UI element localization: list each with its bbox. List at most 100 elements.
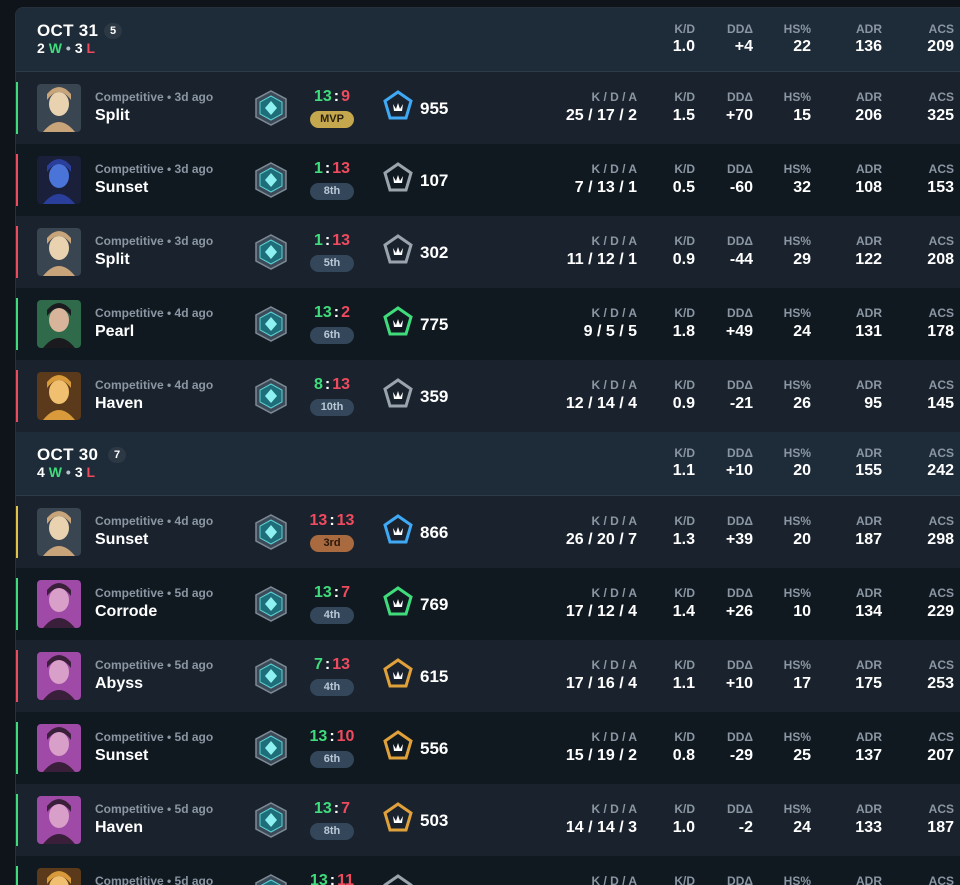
agent-portrait-icon (37, 84, 81, 132)
match-count-badge: 5 (104, 23, 122, 39)
tier-icon (383, 306, 413, 338)
hs-stat: HS% 17 (783, 658, 811, 692)
match-row[interactable]: Competitive • 5d ago Abyss 7:13 4th 615 K / D… (16, 640, 960, 712)
match-score: 13:13 (309, 512, 355, 529)
match-row[interactable]: Competitive • 5d ago Sunset 13:10 6th 556 K /… (16, 712, 960, 784)
adr-stat: ADR 133 (855, 802, 882, 836)
match-mode: Competitive • 3d ago (95, 162, 214, 176)
match-mode: Competitive • 5d ago (95, 730, 214, 744)
day-kd: K/D 1.0 (672, 22, 695, 55)
adr-stat: ADR 95 (856, 378, 882, 412)
match-row[interactable]: Competitive • 3d ago Split 1:13 5th 302 K / D… (16, 216, 960, 288)
match-row[interactable]: Competitive • 3d ago Split 13:9 MVP 955 K / D… (16, 72, 960, 144)
match-mode: Competitive • 4d ago (95, 514, 214, 528)
map-name: Haven (95, 395, 144, 412)
match-row[interactable]: Competitive • 4d ago Haven 8:13 10th 359 K / … (16, 360, 960, 432)
rating-value: 615 (420, 667, 449, 686)
rating-value: 866 (420, 523, 449, 542)
dd-stat: DDΔ (727, 874, 753, 885)
dd-stat: DDΔ +26 (725, 586, 753, 620)
match-score: 1:13 (313, 232, 351, 249)
match-mode: Competitive • 5d ago (95, 586, 214, 600)
kda-stat: K / D / A 14 / 14 / 3 (565, 802, 637, 836)
acs-stat: ACS 153 (927, 162, 954, 196)
match-mode: Competitive • 4d ago (95, 306, 214, 320)
rating-value: 775 (420, 315, 449, 334)
acs-stat: ACS 208 (927, 234, 954, 268)
agent-portrait-icon (37, 372, 81, 420)
kd-stat: K/D 0.8 (672, 730, 695, 764)
hs-stat: HS% (783, 874, 811, 885)
match-mode: Competitive • 5d ago (95, 658, 214, 672)
result-indicator (16, 650, 18, 702)
acs-stat: ACS 178 (927, 306, 954, 340)
agent-portrait-icon (37, 508, 81, 556)
placement-badge: 5th (310, 255, 354, 272)
win-loss-record: 4 W • 3 L (37, 464, 96, 480)
day-date: OCT 31 (37, 21, 99, 40)
tier-icon (383, 234, 413, 266)
placement-badge: 10th (310, 399, 354, 416)
rank-icon (254, 874, 288, 885)
placement-badge: 8th (310, 183, 354, 200)
adr-stat: ADR 187 (855, 514, 882, 548)
kd-stat: K/D 1.5 (672, 90, 695, 124)
result-indicator (16, 506, 18, 558)
dd-stat: DDΔ +39 (725, 514, 753, 548)
map-name: Abyss (95, 675, 144, 692)
match-score: 8:13 (313, 376, 351, 393)
kd-stat: K/D 1.3 (672, 514, 695, 548)
match-mode: Competitive • 3d ago (95, 234, 214, 248)
map-name: Corrode (95, 603, 158, 620)
kd-stat: K/D 1.0 (672, 802, 695, 836)
rank-icon (254, 90, 288, 126)
map-name: Split (95, 251, 130, 268)
dd-stat: DDΔ +70 (725, 90, 753, 124)
agent-portrait-icon (37, 652, 81, 700)
map-name: Pearl (95, 323, 135, 340)
placement-badge: 8th (310, 823, 354, 840)
rank-icon (254, 378, 288, 414)
result-indicator (16, 82, 18, 134)
day-acs: ACS 242 (927, 446, 954, 479)
rating-value: 503 (420, 811, 449, 830)
kda-stat: K / D / A 15 / 19 / 2 (565, 730, 637, 764)
rank-icon (254, 306, 288, 342)
day-header: OCT 30 7 4 W • 3 L K/D 1.1 DDΔ +10 HS% 20 ADR… (16, 432, 960, 496)
match-row[interactable]: Competitive • 4d ago Sunset 13:13 3rd 866 K /… (16, 496, 960, 568)
match-row[interactable]: Competitive • 5d ago Haven 13:7 8th 503 K / D… (16, 784, 960, 856)
kda-stat: K / D / A 25 / 17 / 2 (565, 90, 637, 124)
tier-icon (383, 162, 413, 194)
tier-icon (383, 378, 413, 410)
dd-stat: DDΔ -2 (727, 802, 753, 836)
match-score: 13:7 (313, 800, 351, 817)
hs-stat: HS% 20 (783, 514, 811, 548)
kd-stat: K/D 0.9 (672, 378, 695, 412)
result-indicator (16, 722, 18, 774)
match-row[interactable]: Competitive • 3d ago Sunset 1:13 8th 107 K / … (16, 144, 960, 216)
map-name: Haven (95, 819, 144, 836)
result-indicator (16, 154, 18, 206)
tier-icon (383, 874, 413, 885)
adr-stat: ADR 122 (855, 234, 882, 268)
rank-icon (254, 586, 288, 622)
match-score: 13:7 (313, 584, 351, 601)
match-row[interactable]: Competitive • 5d ago 13:11 K / D / A K/D DDΔ… (16, 856, 960, 885)
kda-stat: K / D / A 12 / 14 / 4 (565, 378, 637, 412)
acs-stat: ACS 187 (927, 802, 954, 836)
kda-stat: K / D / A 26 / 20 / 7 (565, 514, 637, 548)
match-mode: Competitive • 5d ago (95, 874, 214, 885)
placement-badge: 6th (310, 751, 354, 768)
match-score: 13:11 (309, 872, 355, 885)
placement-badge: MVP (310, 111, 354, 128)
match-row[interactable]: Competitive • 4d ago Pearl 13:2 6th 775 K / D… (16, 288, 960, 360)
placement-badge: 6th (310, 327, 354, 344)
win-loss-record: 2 W • 3 L (37, 40, 96, 56)
placement-badge: 4th (310, 679, 354, 696)
match-row[interactable]: Competitive • 5d ago Corrode 13:7 4th 769 K /… (16, 568, 960, 640)
adr-stat: ADR (856, 874, 882, 885)
adr-stat: ADR 134 (855, 586, 882, 620)
agent-portrait-icon (37, 156, 81, 204)
kda-stat: K / D / A 17 / 16 / 4 (565, 658, 637, 692)
day-dd: DDΔ +4 (727, 22, 753, 55)
